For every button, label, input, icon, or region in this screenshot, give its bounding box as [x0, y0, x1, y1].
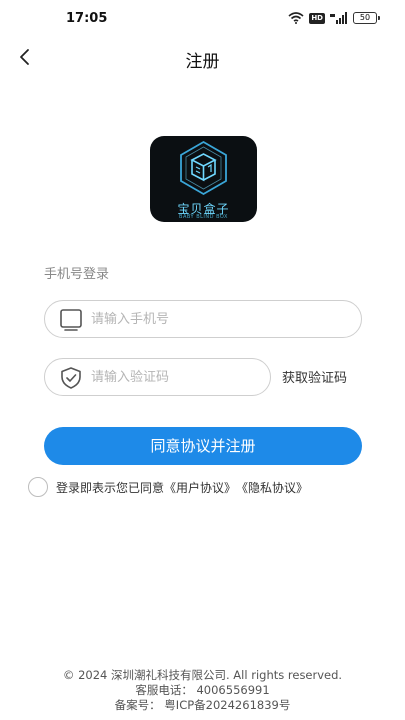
agree-and-register-button[interactable]: 同意协议并注册	[44, 427, 362, 465]
user-agreement-link[interactable]: 《用户协议》	[164, 479, 236, 496]
hd-icon: HD	[309, 12, 325, 24]
status-bar: 17:05 HD 50	[0, 0, 405, 38]
login-type-label: 手机号登录	[44, 267, 110, 282]
page-title: 注册	[185, 52, 220, 72]
verification-code-field	[44, 358, 271, 396]
box-logo-icon	[180, 140, 227, 196]
app-logo: 宝贝盒子 BABY BLIND BOX	[150, 136, 257, 222]
nav-bar: 注册	[0, 38, 405, 78]
status-time: 17:05	[66, 11, 108, 26]
footer-copyright: © 2024 深圳潮礼科技有限公司. All rights reserved.	[62, 668, 343, 682]
footer-service-phone: 客服电话： 4006556991	[135, 683, 270, 697]
privacy-agreement-link[interactable]: 《隐私协议》	[236, 479, 308, 496]
footer-icp: 备案号： 粤ICP备2024261839号	[114, 698, 291, 712]
wifi-icon	[288, 12, 304, 24]
battery-icon: 50	[353, 12, 380, 24]
shield-check-icon	[61, 367, 81, 389]
verification-code-input[interactable]	[91, 359, 261, 395]
logo-subtitle: BABY BLIND BOX	[179, 214, 228, 220]
phone-field	[44, 300, 362, 338]
status-icons: HD 50	[288, 12, 380, 24]
agreement-row: 登录即表示您已同意 《用户协议》 《隐私协议》	[28, 477, 308, 497]
phone-input[interactable]	[91, 301, 353, 337]
phone-icon	[60, 309, 82, 331]
agreement-checkbox[interactable]	[28, 477, 48, 497]
signal-icon	[330, 12, 347, 24]
agreement-text: 登录即表示您已同意	[56, 480, 165, 495]
get-code-button[interactable]: 获取验证码	[282, 367, 347, 386]
